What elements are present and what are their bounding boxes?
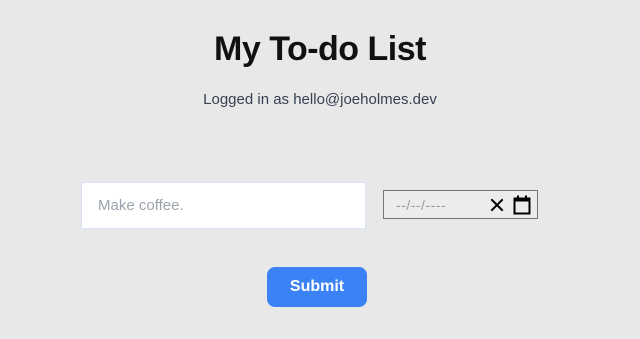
logged-in-status: Logged in as hello@joeholmes.dev [203,91,437,108]
todo-page: My To-do List Logged in as hello@joeholm… [0,0,640,339]
page-title: My To-do List [214,30,426,68]
due-date-input[interactable]: --/--/---- [383,190,538,219]
submit-button[interactable]: Submit [267,267,367,307]
todo-text-input[interactable] [81,182,366,229]
close-icon[interactable] [489,197,505,213]
calendar-icon[interactable] [513,195,531,215]
date-placeholder-text[interactable]: --/--/---- [396,197,489,213]
